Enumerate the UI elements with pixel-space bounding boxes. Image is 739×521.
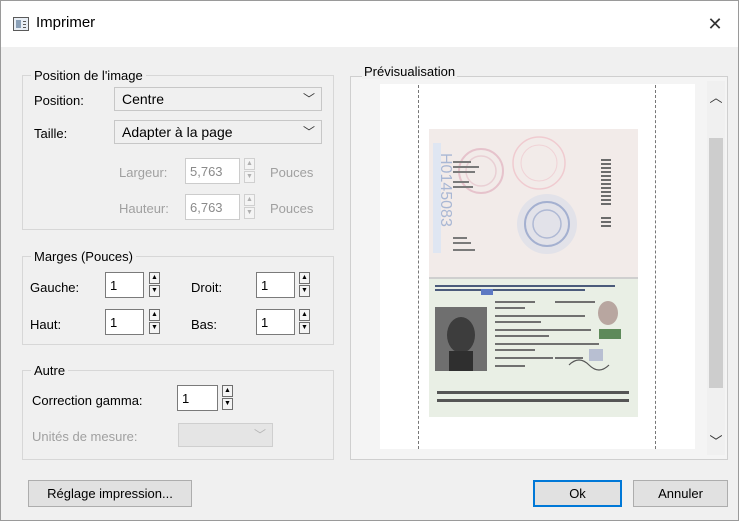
cancel-button[interactable]: Annuler bbox=[633, 480, 728, 507]
chevron-down-icon: ﹀ bbox=[253, 428, 266, 442]
margin-top-input[interactable]: 1 bbox=[105, 309, 144, 335]
scroll-thumb[interactable] bbox=[709, 138, 723, 388]
image-viewer-icon bbox=[13, 17, 29, 31]
spin-up-icon[interactable]: ▲ bbox=[222, 385, 233, 397]
spin-down-icon[interactable]: ▼ bbox=[299, 322, 310, 334]
height-input[interactable]: 6,763 bbox=[185, 194, 240, 220]
chevron-down-icon: ﹀ bbox=[302, 92, 315, 106]
units-label: Unités de mesure: bbox=[32, 429, 138, 444]
page-setup-button[interactable]: Réglage impression... bbox=[28, 480, 192, 507]
width-input-value: 5,763 bbox=[190, 164, 223, 179]
spin-down-icon[interactable]: ▼ bbox=[244, 207, 255, 219]
image-position-legend: Position de l'image bbox=[34, 68, 143, 83]
spin-down-icon[interactable]: ▼ bbox=[222, 398, 233, 410]
svg-text:H0145083: H0145083 bbox=[437, 153, 454, 227]
margin-right-stepper[interactable]: ▲ ▼ bbox=[299, 272, 310, 298]
size-select[interactable]: Adapter à la page ﹀ bbox=[114, 120, 322, 144]
margin-bottom-label: Bas: bbox=[191, 317, 218, 332]
preview-scrollbar[interactable]: ︿ ﹀ bbox=[707, 81, 725, 455]
height-label: Hauteur: bbox=[119, 201, 169, 216]
margin-left-label: Gauche: bbox=[30, 280, 80, 295]
margin-bottom-stepper[interactable]: ▲ ▼ bbox=[299, 309, 310, 335]
print-dialog: Imprimer ✕ Position de l'image Position:… bbox=[0, 0, 739, 521]
spin-down-icon[interactable]: ▼ bbox=[299, 285, 310, 297]
width-stepper[interactable]: ▲ ▼ bbox=[244, 158, 255, 184]
size-select-value: Adapter à la page bbox=[122, 124, 233, 140]
spin-down-icon[interactable]: ▼ bbox=[244, 171, 255, 183]
height-input-value: 6,763 bbox=[190, 200, 223, 215]
gamma-label: Correction gamma: bbox=[32, 393, 143, 408]
spin-down-icon[interactable]: ▼ bbox=[149, 322, 160, 334]
width-input[interactable]: 5,763 bbox=[185, 158, 240, 184]
close-button[interactable]: ✕ bbox=[700, 9, 730, 39]
margin-right-label: Droit: bbox=[191, 280, 223, 295]
document-preview-image: H0145083 bbox=[429, 129, 638, 417]
position-label: Position: bbox=[34, 93, 84, 108]
position-select-value: Centre bbox=[122, 91, 165, 107]
margin-top-stepper[interactable]: ▲ ▼ bbox=[149, 309, 160, 335]
margin-right-value: 1 bbox=[261, 278, 269, 293]
margin-left-value: 1 bbox=[110, 278, 118, 293]
spin-up-icon[interactable]: ▲ bbox=[299, 272, 310, 284]
margin-bottom-value: 1 bbox=[261, 315, 269, 330]
margin-left-stepper[interactable]: ▲ ▼ bbox=[149, 272, 160, 298]
position-select[interactable]: Centre ﹀ bbox=[114, 87, 322, 111]
spin-up-icon[interactable]: ▲ bbox=[149, 309, 160, 321]
other-legend: Autre bbox=[34, 363, 66, 378]
width-label: Largeur: bbox=[119, 165, 168, 180]
gamma-value: 1 bbox=[182, 391, 190, 406]
spin-up-icon[interactable]: ▲ bbox=[244, 158, 255, 170]
chevron-down-icon: ﹀ bbox=[302, 125, 315, 139]
margins-legend: Marges (Pouces) bbox=[34, 249, 133, 264]
scroll-up-icon[interactable]: ︿ bbox=[707, 87, 725, 106]
height-unit: Pouces bbox=[270, 201, 314, 216]
margin-bottom-input[interactable]: 1 bbox=[256, 309, 295, 335]
size-label: Taille: bbox=[34, 126, 68, 141]
spin-down-icon[interactable]: ▼ bbox=[149, 285, 160, 297]
spin-up-icon[interactable]: ▲ bbox=[299, 309, 310, 321]
margin-top-value: 1 bbox=[110, 315, 118, 330]
scroll-down-icon[interactable]: ﹀ bbox=[707, 431, 725, 450]
margin-top-label: Haut: bbox=[30, 317, 62, 332]
gamma-stepper[interactable]: ▲ ▼ bbox=[222, 385, 233, 411]
units-select[interactable]: ﹀ bbox=[178, 423, 273, 447]
margin-right-input[interactable]: 1 bbox=[256, 272, 295, 298]
margin-left-input[interactable]: 1 bbox=[105, 272, 144, 298]
window-title: Imprimer bbox=[36, 14, 96, 31]
gamma-input[interactable]: 1 bbox=[177, 385, 218, 411]
left-margin-guide bbox=[418, 85, 419, 449]
right-margin-guide bbox=[655, 85, 656, 449]
height-stepper[interactable]: ▲ ▼ bbox=[244, 194, 255, 220]
width-unit: Pouces bbox=[270, 165, 314, 180]
passport-scan-graphic: H0145083 bbox=[429, 129, 638, 417]
spin-up-icon[interactable]: ▲ bbox=[244, 194, 255, 206]
ok-button[interactable]: Ok bbox=[533, 480, 622, 507]
preview-label: Prévisualisation bbox=[362, 64, 458, 79]
title-bar: Imprimer ✕ bbox=[1, 1, 738, 47]
spin-up-icon[interactable]: ▲ bbox=[149, 272, 160, 284]
